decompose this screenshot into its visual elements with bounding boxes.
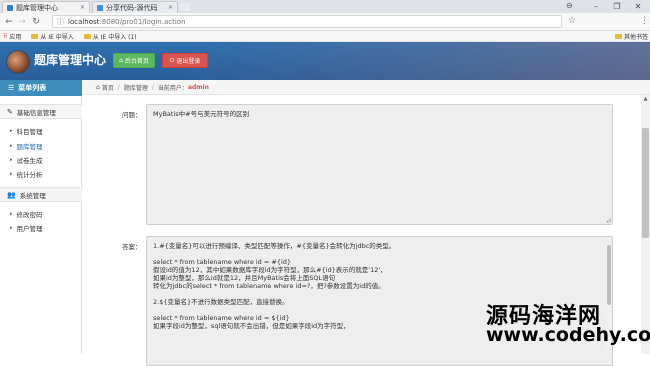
users-icon: 👥 (7, 190, 16, 199)
home-icon: ⌂ (119, 57, 123, 64)
url-path: :8080/pro01/login.action (99, 17, 186, 26)
question-text: MyBatis中#号与美元符号的区别 (153, 110, 250, 118)
browser-tab[interactable]: 分享代码-源代码 ✕ (92, 1, 178, 13)
bookmark-label: 应用 (9, 33, 22, 41)
menu-icon[interactable]: ⋮ (640, 16, 649, 26)
apps-bookmark[interactable]: ⠿ 应用 (3, 32, 21, 41)
new-tab-button[interactable] (180, 3, 190, 11)
sidebar-menu-header: ☰ 菜单列表 (0, 80, 82, 96)
apps-icon: ⠿ (3, 32, 8, 40)
tab-title: 分享代码-源代码 (106, 3, 158, 12)
header-gradient (180, 42, 650, 80)
bookmark-folder[interactable]: 从 IE 中导入 (31, 32, 74, 41)
current-user-label: 当前用户： (157, 84, 188, 92)
folder-icon (83, 33, 91, 39)
minimize-button[interactable]: – (586, 0, 606, 12)
sidebar-section-basic[interactable]: ✎ 基础信息管理 (0, 104, 82, 119)
bookmark-folder[interactable]: 从 IE 中导入 (1) (83, 32, 137, 41)
sidebar-item-users[interactable]: ▸ 用户管理 (0, 221, 82, 235)
app-title: 题库管理中心 (34, 53, 107, 67)
edit-icon: ✎ (7, 107, 13, 116)
tab-title: 题库管理中心 (16, 3, 58, 12)
close-window-button[interactable]: ✕ (628, 0, 648, 12)
sidebar-item-label: 统计分析 (16, 171, 43, 179)
breadcrumb-separator: / (117, 83, 120, 91)
sidebar-item-stats[interactable]: ▸ 统计分析 (0, 167, 82, 181)
page-scrollbar-thumb[interactable] (642, 128, 649, 238)
breadcrumb-separator: / (151, 83, 154, 91)
breadcrumb: ⌂ 首页 / 题库管理 / 当前用户： admin (82, 80, 650, 95)
power-icon: ⏻ (169, 56, 175, 64)
sidebar-item-label: 试卷生成 (16, 157, 43, 165)
sidebar-item-label: 题库管理 (16, 143, 43, 151)
tab-favicon-icon (7, 4, 13, 11)
question-label: 问题： (122, 111, 142, 119)
sidebar-item-subjects[interactable]: ▸ 科目管理 (0, 124, 82, 138)
sidebar-item-label: 用户管理 (16, 225, 43, 233)
bookmark-star-icon[interactable]: ☆ (568, 16, 576, 26)
bullet-icon: ▸ (10, 143, 13, 149)
list-icon: ☰ (8, 84, 15, 92)
breadcrumb-current: 题库管理 (123, 84, 148, 92)
answer-line (153, 290, 606, 298)
bullet-icon: ▸ (10, 225, 13, 231)
home-button[interactable]: ⌂ 后台首页 (113, 53, 155, 68)
url-field[interactable]: ⓘ localhost:8080/pro01/login.action (52, 15, 562, 28)
home-button-label: 后台首页 (124, 58, 149, 65)
section-title: 系统管理 (19, 191, 46, 200)
other-bookmarks[interactable]: 其他书签 (614, 32, 648, 41)
scroll-up-icon[interactable]: ▲ (641, 95, 650, 103)
restore-button[interactable]: ❐ (607, 0, 627, 12)
sidebar-item-questions[interactable]: ▸ 题库管理 (0, 139, 82, 153)
sidebar-item-label: 修改密码 (16, 211, 43, 219)
answer-line: 假设id的值为12，其中如果数据库字段id为字符型，那么#{id}表示的就是'1… (153, 266, 387, 274)
logout-button-label: 退出登录 (176, 58, 201, 65)
sidebar-section-system[interactable]: 👥 系统管理 (0, 187, 82, 202)
address-toolbar: ← → ↻ ⓘ localhost:8080/pro01/login.actio… (0, 13, 650, 31)
sidebar-item-papers[interactable]: ▸ 试卷生成 (0, 153, 82, 167)
answer-line: 转化为jdbc的select * from tablename where id… (153, 282, 385, 290)
browser-tab-active[interactable]: 题库管理中心 ✕ (2, 1, 90, 13)
avatar (6, 50, 30, 74)
answer-line: select * from tablename where id = #{id} (153, 258, 292, 266)
bullet-icon: ▸ (10, 157, 13, 163)
url-host: localhost (68, 17, 100, 26)
bookmark-label: 从 IE 中导入 (1) (92, 33, 137, 41)
close-tab-icon[interactable]: ✕ (80, 4, 85, 11)
forward-icon[interactable]: → (16, 16, 28, 28)
watermark-url: www.codehy.com (486, 324, 650, 346)
answer-scrollbar-thumb[interactable] (607, 245, 611, 305)
answer-line (153, 250, 606, 258)
page-info-icon[interactable]: ⓘ (57, 17, 64, 27)
menu-title: 菜单列表 (18, 84, 47, 92)
breadcrumb-home[interactable]: 首页 (102, 83, 114, 92)
home-icon: ⌂ (96, 83, 100, 91)
bookmark-label: 从 IE 中导入 (40, 33, 74, 41)
answer-line: 1.#{变量名}可以进行预编译、类型匹配等操作，#{变量名}会转化为jdbc的类… (153, 242, 396, 250)
bullet-icon: ▸ (10, 211, 13, 217)
sidebar-item-password[interactable]: ▸ 修改密码 (0, 207, 82, 221)
close-tab-icon[interactable]: ✕ (168, 4, 173, 11)
back-icon[interactable]: ← (3, 16, 15, 28)
bullet-icon: ▸ (10, 171, 13, 177)
current-user: admin (187, 83, 209, 91)
question-textarea[interactable]: MyBatis中#号与美元符号的区别 (146, 104, 613, 225)
bullet-icon: ▸ (10, 128, 13, 134)
section-title: 基础信息管理 (16, 108, 56, 117)
logout-button[interactable]: ⏻ 退出登录 (162, 53, 208, 68)
resize-grip-icon[interactable] (606, 218, 611, 223)
folder-icon (31, 33, 39, 39)
answer-label: 答案： (122, 243, 142, 251)
answer-line: 如果id为整型，那么id就是12，并且MyBatis会将上面SQL语句 (153, 274, 336, 282)
profile-icon[interactable]: ⊖ (566, 1, 573, 10)
sidebar-item-label: 科目管理 (16, 128, 43, 136)
reload-icon[interactable]: ↻ (30, 16, 42, 28)
folder-icon (614, 33, 622, 39)
bookmark-label: 其他书签 (623, 33, 648, 41)
tab-favicon-icon (97, 4, 103, 11)
bookmarks-bar: ⠿ 应用 从 IE 中导入 从 IE 中导入 (1) 其他书签 (0, 31, 650, 42)
